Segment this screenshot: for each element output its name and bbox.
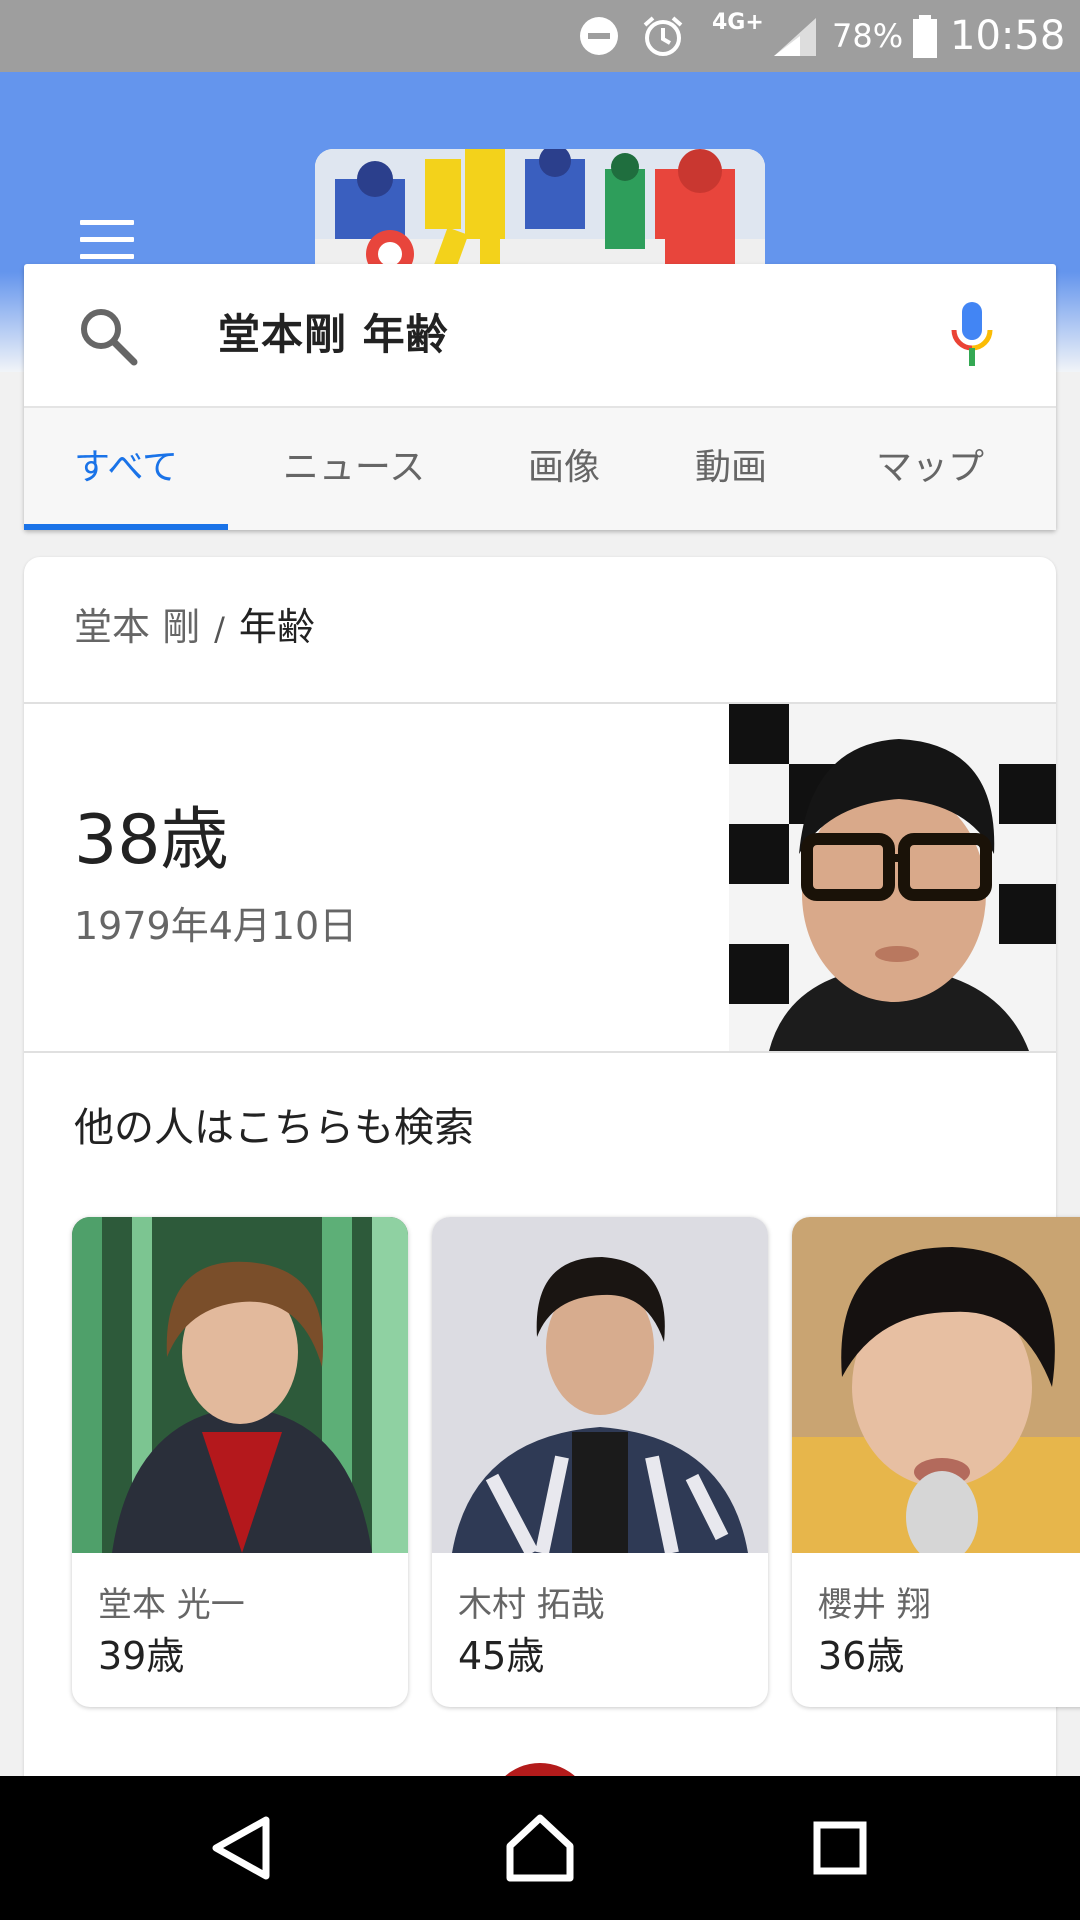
tab-news[interactable]: ニュース — [264, 408, 444, 530]
search-bar[interactable]: 堂本剛 年齢 — [24, 264, 1056, 408]
tab-videos[interactable]: 動画 — [681, 408, 781, 530]
person-age: 36歳 — [818, 1634, 905, 1678]
clock: 10:58 — [950, 13, 1066, 59]
divider — [24, 1051, 1056, 1053]
breadcrumb-entity[interactable]: 堂本 剛 — [74, 605, 200, 649]
do-not-disturb-icon — [578, 0, 620, 72]
person-name: 堂本 光一 — [98, 1585, 245, 1625]
person-name: 木村 拓哉 — [458, 1585, 605, 1625]
people-also-search-title: 他の人はこちらも検索 — [74, 1105, 474, 1151]
search-tabs: すべて ニュース 画像 動画 マップ — [24, 408, 1056, 530]
related-person-card[interactable]: 堂本 光一 39歳 — [72, 1217, 408, 1707]
screen: 4G+ 78% 10:58 堂本剛 年齢 すべて ニュース 画像 動画 マップ … — [0, 0, 1080, 1920]
date-of-birth: 1979年4月10日 — [74, 904, 358, 948]
answer-block: 38歳 1979年4月10日 — [74, 801, 357, 950]
navigation-bar — [0, 1776, 1080, 1920]
tab-all[interactable]: すべて — [44, 408, 208, 530]
tab-maps[interactable]: マップ — [850, 408, 1010, 530]
person-photo — [432, 1217, 768, 1557]
person-photo — [72, 1217, 408, 1553]
tab-images[interactable]: 画像 — [514, 408, 614, 530]
search-icon[interactable] — [76, 304, 140, 368]
person-name: 櫻井 翔 — [818, 1585, 931, 1625]
status-bar: 4G+ 78% 10:58 — [0, 0, 1080, 72]
signal-icon — [772, 0, 818, 72]
alarm-icon — [640, 0, 686, 72]
back-triangle-icon[interactable] — [200, 1808, 280, 1888]
search-card: 堂本剛 年齢 すべて ニュース 画像 動画 マップ — [24, 264, 1056, 530]
home-icon[interactable] — [500, 1808, 580, 1888]
related-person-card[interactable]: 木村 拓哉 45歳 — [432, 1217, 768, 1707]
search-input[interactable]: 堂本剛 年齢 — [218, 264, 449, 406]
age-answer: 38歳 — [74, 801, 229, 880]
related-person-card[interactable]: 櫻井 翔 36歳 — [792, 1217, 1080, 1707]
breadcrumb: 堂本 剛 / 年齢 — [74, 557, 315, 703]
breadcrumb-separator: / — [214, 610, 225, 648]
person-age: 45歳 — [458, 1634, 545, 1678]
knowledge-panel: 堂本 剛 / 年齢 38歳 1979年4月10日 他の人はこちらも検索 堂本 光… — [24, 557, 1080, 1920]
entity-portrait[interactable] — [729, 704, 1056, 1051]
person-photo — [792, 1217, 1080, 1563]
battery-icon — [912, 0, 938, 72]
active-tab-indicator — [24, 524, 228, 530]
breadcrumb-attribute: 年齢 — [238, 605, 315, 649]
recents-square-icon[interactable] — [800, 1808, 880, 1888]
person-age: 39歳 — [98, 1634, 185, 1678]
network-type: 4G+ — [712, 10, 764, 35]
battery-percent: 78% — [832, 17, 904, 55]
microphone-icon[interactable] — [948, 302, 996, 368]
hamburger-menu-icon[interactable] — [80, 220, 136, 260]
